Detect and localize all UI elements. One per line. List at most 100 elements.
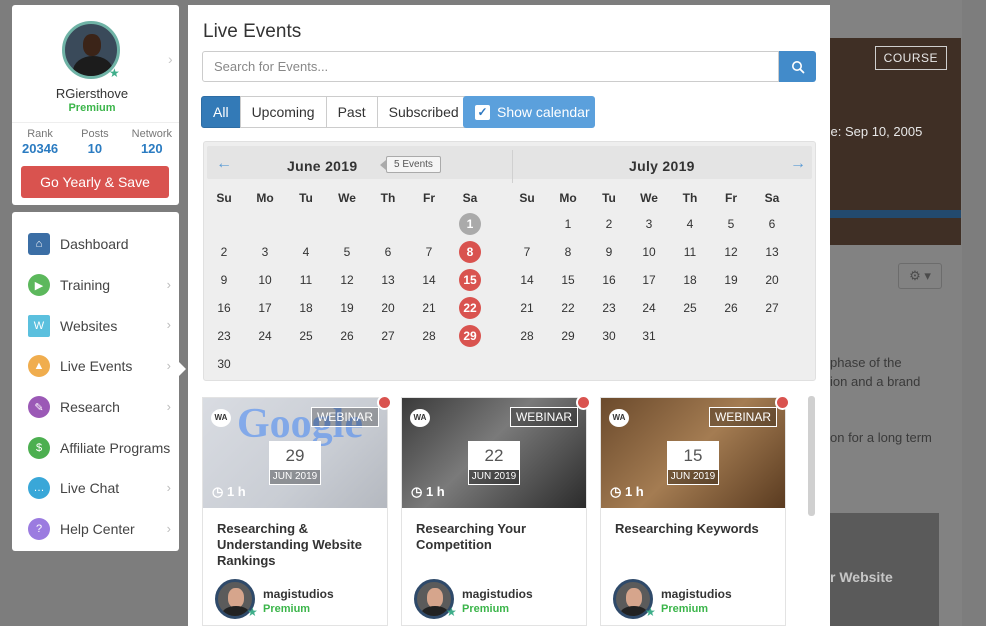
sidebar-item-training[interactable]: ▶ Training › (12, 265, 179, 306)
show-calendar-label: Show calendar (497, 104, 590, 120)
calendar-day[interactable]: 7 (418, 241, 440, 263)
event-title[interactable]: Researching Your Competition (416, 521, 576, 553)
event-author[interactable]: magistudios (661, 587, 732, 601)
calendar-day[interactable]: 25 (295, 325, 317, 347)
calendar-day[interactable]: 7 (516, 241, 538, 263)
calendar-day[interactable]: 25 (679, 297, 701, 319)
event-title[interactable]: Researching & Understanding Website Rank… (217, 521, 377, 569)
calendar-day[interactable]: 18 (679, 269, 701, 291)
event-card[interactable]: WA WEBINAR 15 JUN 2019 ◷ 1 h Researching Keyw… (600, 395, 790, 626)
calendar-day[interactable]: 18 (295, 297, 317, 319)
tab-subscribed[interactable]: Subscribed (376, 96, 471, 128)
sidebar-item-affiliate-programs[interactable]: $ Affiliate Programs (12, 427, 179, 468)
calendar-day[interactable]: 27 (377, 325, 399, 347)
sidebar-item-research[interactable]: ✎ Research › (12, 387, 179, 428)
sidebar-item-live-chat[interactable]: … Live Chat › (12, 468, 179, 509)
calendar-day[interactable]: 5 (336, 241, 358, 263)
go-yearly-button[interactable]: Go Yearly & Save (21, 166, 169, 198)
sidebar-item-websites[interactable]: W Websites › (12, 305, 179, 346)
calendar-day[interactable]: 9 (213, 269, 235, 291)
calendar-day[interactable]: 3 (638, 213, 660, 235)
calendar-day[interactable]: 3 (254, 241, 276, 263)
calendar-day[interactable]: 12 (720, 241, 742, 263)
calendar-day[interactable]: 8 (557, 241, 579, 263)
event-author[interactable]: magistudios (462, 587, 533, 601)
calendar-day[interactable]: 1 (459, 213, 481, 235)
calendar-day[interactable]: 23 (213, 325, 235, 347)
calendar-day-event[interactable]: 15 (459, 269, 481, 291)
calendar-day[interactable]: 26 (720, 297, 742, 319)
calendar-day[interactable]: 19 (720, 269, 742, 291)
calendar-day[interactable]: 13 (761, 241, 783, 263)
calendar-day-event[interactable]: 8 (459, 241, 481, 263)
calendar-day[interactable]: 1 (557, 213, 579, 235)
calendar-day[interactable]: 19 (336, 297, 358, 319)
event-author[interactable]: magistudios (263, 587, 334, 601)
calendar-day[interactable]: 2 (598, 213, 620, 235)
calendar-day[interactable]: 28 (418, 325, 440, 347)
calendar-day[interactable]: 16 (598, 269, 620, 291)
calendar-day[interactable]: 23 (598, 297, 620, 319)
calendar-day[interactable]: 5 (720, 213, 742, 235)
calendar-day[interactable]: 9 (598, 241, 620, 263)
calendar-day[interactable]: 27 (761, 297, 783, 319)
calendar-day[interactable]: 24 (254, 325, 276, 347)
google-logo-image: Google WA WEBINAR 29 JUN 2019 ◷ 1 h (203, 398, 387, 508)
scrollbar[interactable] (808, 396, 815, 516)
sidebar-item-live-events[interactable]: ▲ Live Events › (12, 346, 179, 387)
tab-all[interactable]: All (201, 96, 241, 128)
calendar-day[interactable]: 15 (557, 269, 579, 291)
calendar-day[interactable]: 11 (295, 269, 317, 291)
show-calendar-toggle[interactable]: ✓ Show calendar (463, 96, 595, 128)
wealthy-affiliate-logo-icon: WA (211, 409, 231, 427)
prev-month-arrow-icon[interactable]: ← (216, 155, 232, 173)
calendar-day[interactable]: 10 (638, 241, 660, 263)
calendar-day[interactable]: 2 (213, 241, 235, 263)
calendar-day[interactable]: 22 (557, 297, 579, 319)
calendar-day[interactable]: 11 (679, 241, 701, 263)
search-input[interactable] (202, 51, 779, 82)
calendar-day[interactable]: 17 (254, 297, 276, 319)
sidebar-item-label: Affiliate Programs (60, 439, 171, 456)
calendar-day[interactable]: 26 (336, 325, 358, 347)
calendar-day[interactable]: 6 (761, 213, 783, 235)
calendar-day[interactable]: 21 (516, 297, 538, 319)
chevron-right-icon[interactable]: › (168, 51, 173, 67)
calendar-day[interactable]: 31 (638, 325, 660, 347)
calendar-day[interactable]: 14 (418, 269, 440, 291)
calendar-day[interactable]: 14 (516, 269, 538, 291)
calendar-day[interactable]: 4 (679, 213, 701, 235)
calendar-day[interactable]: 20 (377, 297, 399, 319)
next-month-arrow-icon[interactable]: → (790, 155, 806, 173)
calendar-day-event[interactable]: 29 (459, 325, 481, 347)
calendar-day[interactable]: 12 (336, 269, 358, 291)
event-card[interactable]: WA WEBINAR 22 JUN 2019 ◷ 1 h Researching Your… (401, 395, 591, 626)
sidebar-item-help-center[interactable]: ? Help Center › (12, 509, 179, 550)
background-thumbnail: r Website (818, 513, 939, 626)
stat-posts: Posts 10 (81, 128, 109, 156)
calendar-day-event[interactable]: 22 (459, 297, 481, 319)
sidebar-item-dashboard[interactable]: ⌂ Dashboard (12, 224, 179, 265)
event-title[interactable]: Researching Keywords (615, 521, 775, 537)
calendar-day[interactable]: 10 (254, 269, 276, 291)
calendar-day[interactable]: 17 (638, 269, 660, 291)
settings-gear-button[interactable]: ⚙ ▾ (898, 263, 942, 289)
tab-past[interactable]: Past (325, 96, 378, 128)
calendar-day[interactable]: 4 (295, 241, 317, 263)
calendar-day[interactable]: 20 (761, 269, 783, 291)
sidebar-nav: ⌂ Dashboard ▶ Training › W Websites › ▲ … (12, 212, 179, 551)
username[interactable]: RGiersthove (12, 86, 172, 101)
calendar-day[interactable]: 16 (213, 297, 235, 319)
search-button[interactable] (779, 51, 816, 82)
calendar-day[interactable]: 30 (213, 353, 235, 375)
event-card[interactable]: Google WA WEBINAR 29 JUN 2019 ◷ 1 h Researchin… (202, 395, 392, 626)
calendar-day[interactable]: 21 (418, 297, 440, 319)
calendar-day[interactable]: 28 (516, 325, 538, 347)
premium-star-icon: ★ (446, 605, 457, 619)
calendar-day[interactable]: 13 (377, 269, 399, 291)
calendar-day[interactable]: 30 (598, 325, 620, 347)
tab-upcoming[interactable]: Upcoming (239, 96, 327, 128)
calendar-day[interactable]: 29 (557, 325, 579, 347)
calendar-day[interactable]: 24 (638, 297, 660, 319)
calendar-day[interactable]: 6 (377, 241, 399, 263)
